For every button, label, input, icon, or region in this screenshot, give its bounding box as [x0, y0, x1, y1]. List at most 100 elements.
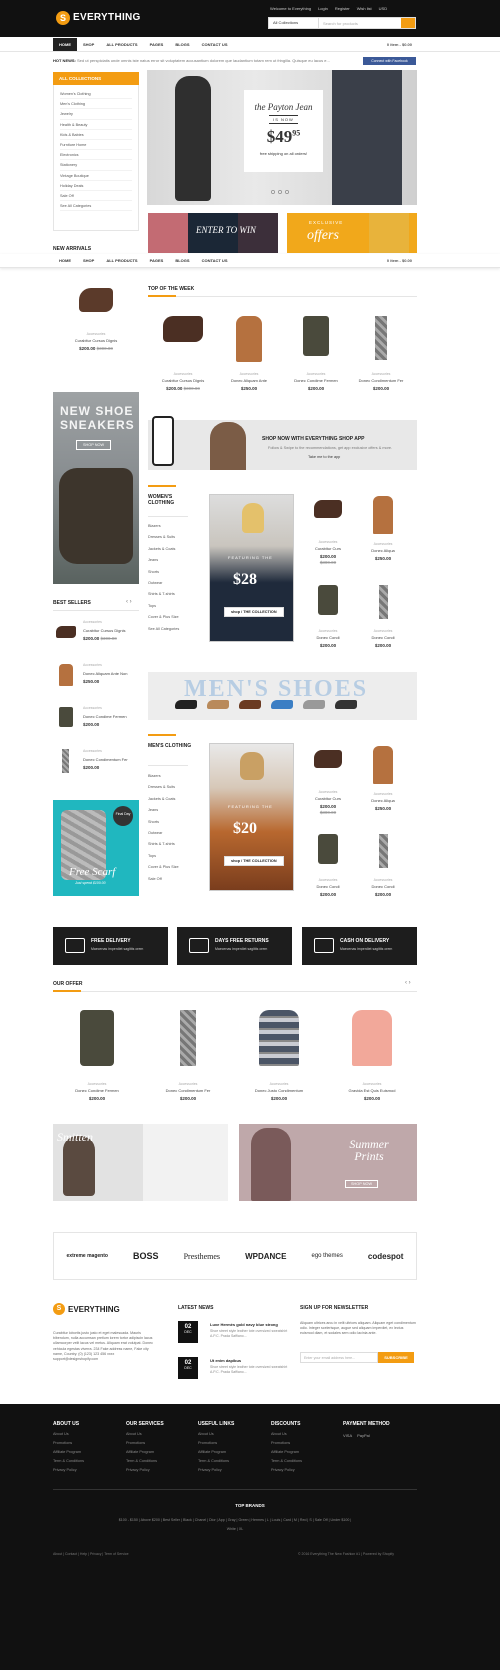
product-card[interactable]: Accessories Curabitur Cursus Dignis $200…: [66, 288, 126, 351]
product-card[interactable]: Accessories Donec Condi $200.00: [298, 585, 358, 648]
product-image[interactable]: [375, 316, 387, 360]
product-name[interactable]: Donec Condime Fermen: [67, 1088, 127, 1093]
product-name[interactable]: Donec Condi: [353, 635, 413, 640]
product-name[interactable]: Donec Condimentum Fer: [351, 378, 411, 383]
nav-all-products[interactable]: ALL PRODUCTS: [100, 254, 143, 267]
app-cta-link[interactable]: Take me to the app: [308, 455, 340, 459]
product-image[interactable]: [80, 1010, 114, 1066]
product-name[interactable]: Donec Condi: [298, 635, 358, 640]
search-input[interactable]: Search for products: [319, 21, 401, 26]
footer-logo-text[interactable]: EVERYTHING: [68, 1305, 120, 1314]
sidebar-item-stationery[interactable]: Stationery: [60, 160, 132, 171]
newsletter-email-input[interactable]: Enter your email address here...: [300, 1352, 378, 1363]
product-card[interactable]: Accessories Donec Condime Fermen $200.00: [67, 1010, 127, 1101]
nav-pages[interactable]: PAGES: [144, 38, 170, 51]
nav-contact[interactable]: CONTACT US: [196, 38, 234, 51]
category-link[interactable]: Jackets & Coats: [148, 544, 198, 555]
slider-dot[interactable]: [278, 190, 282, 194]
chevron-left-icon[interactable]: ‹: [405, 980, 407, 986]
sidebar-item-holiday[interactable]: Holiday Deals: [60, 181, 132, 191]
product-card[interactable]: Accessories Donec Condi $200.00: [298, 834, 358, 897]
footer-link[interactable]: About Us: [271, 1432, 302, 1436]
category-link[interactable]: Dresses & Suits: [148, 532, 198, 543]
footer-link[interactable]: Promotions: [198, 1441, 234, 1445]
product-name[interactable]: Donec Justo Condimentum: [249, 1088, 309, 1093]
logo-icon[interactable]: S: [56, 11, 70, 25]
product-name[interactable]: Donec Condimentum Fer: [158, 1088, 218, 1093]
product-name[interactable]: Curabitur Curs: [298, 796, 358, 801]
category-link[interactable]: Shirts & T-shirts: [148, 589, 198, 600]
footer-link[interactable]: Affiliate Program: [126, 1450, 164, 1454]
shop-collection-button[interactable]: shop / THE COLLECTION: [224, 607, 284, 617]
login-link[interactable]: Login: [318, 6, 328, 11]
product-name[interactable]: Donec Aliquam Ante Non: [83, 671, 127, 676]
slider-dot[interactable]: [285, 190, 289, 194]
product-image[interactable]: [163, 316, 203, 342]
category-link[interactable]: Tops: [148, 601, 198, 612]
product-name[interactable]: Donec Aliquam Ante: [219, 378, 279, 383]
news-title[interactable]: Ut enim dapibus: [210, 1358, 241, 1363]
chevron-left-icon[interactable]: ‹: [126, 599, 128, 605]
chevron-right-icon[interactable]: ›: [409, 980, 411, 986]
nav-contact[interactable]: CONTACT US: [196, 254, 234, 267]
category-link[interactable]: Outwear: [148, 828, 198, 839]
product-card[interactable]: Accessories Gravida Est Quis Euismod $20…: [342, 1010, 402, 1101]
footer-link[interactable]: About Us: [53, 1432, 84, 1436]
sidebar-item-all[interactable]: See All Categories: [60, 201, 132, 212]
product-image[interactable]: [303, 316, 329, 356]
sneakers-banner[interactable]: NEW SHOE SNEAKERS SHOP NOW: [53, 392, 139, 584]
sidebar-item-jewelry[interactable]: Jewelry: [60, 109, 132, 120]
product-card[interactable]: Accessories Curabitur Curs $200.00 $300.…: [298, 750, 358, 815]
product-name[interactable]: Curabitur Cursus Dignis: [153, 378, 213, 383]
nav-all-products[interactable]: ALL PRODUCTS: [100, 38, 143, 51]
product-image[interactable]: [59, 664, 73, 686]
sidebar-item-furniture[interactable]: Furniture Home: [60, 140, 132, 151]
product-image[interactable]: [318, 585, 338, 615]
list-item[interactable]: Accessories Donec Condime Fermen $200.00: [53, 704, 139, 747]
footer-link[interactable]: Affiliate Program: [198, 1450, 234, 1454]
brand-logo[interactable]: Presthemes: [184, 1252, 220, 1261]
product-name[interactable]: Donec Aliqua: [353, 798, 413, 803]
nav-blogs[interactable]: BLOGS: [169, 254, 195, 267]
product-card[interactable]: Accessories Donec Aliquam Ante $250.00: [219, 316, 279, 391]
product-image[interactable]: [352, 1010, 392, 1066]
footer-link[interactable]: Term & Conditions: [271, 1459, 302, 1463]
category-link[interactable]: Blazers: [148, 521, 198, 532]
category-link[interactable]: Cover & Plus Size: [148, 862, 198, 873]
product-card[interactable]: Accessories Donec Condime Fermen $200.00: [286, 316, 346, 391]
news-item[interactable]: 02 DEC Ut enim dapibus Shoe street style…: [178, 1357, 287, 1393]
product-image[interactable]: [378, 834, 388, 868]
category-link[interactable]: Shorts: [148, 567, 198, 578]
product-card[interactable]: Accessories Donec Condi $200.00: [353, 585, 413, 648]
footer-link[interactable]: Affiliate Program: [53, 1450, 84, 1454]
category-link[interactable]: Jeans: [148, 805, 198, 816]
product-card[interactable]: Accessories Donec Aliqua $250.00: [353, 746, 413, 811]
facebook-connect-button[interactable]: Connect with Facebook: [363, 57, 416, 65]
nav-shop[interactable]: SHOP: [77, 254, 100, 267]
product-image[interactable]: [62, 749, 69, 773]
subscribe-button[interactable]: SUBSCRIBE: [378, 1352, 414, 1363]
nav-home[interactable]: HOME: [53, 254, 77, 267]
product-name[interactable]: Curabitur Cursus Dignis: [66, 338, 126, 343]
footer-link[interactable]: Term & Conditions: [198, 1459, 234, 1463]
sneakers-shop-now-button[interactable]: SHOP NOW: [76, 440, 112, 450]
nav-pages[interactable]: PAGES: [144, 254, 170, 267]
footer-link[interactable]: Privacy Policy: [126, 1468, 164, 1472]
product-card[interactable]: Accessories Donec Condimentum Fer $200.0…: [158, 1010, 218, 1101]
product-image[interactable]: [378, 585, 388, 619]
category-link[interactable]: Cover & Plus Size: [148, 612, 198, 623]
sidebar-item-electronics[interactable]: Electronics: [60, 150, 132, 161]
register-link[interactable]: Register: [335, 6, 350, 11]
product-card[interactable]: Accessories Curabitur Curs $200.00 $300.…: [298, 500, 358, 565]
brand-logo[interactable]: ego themes: [311, 1253, 342, 1259]
chevron-right-icon[interactable]: ›: [130, 599, 132, 605]
slider-dot[interactable]: [271, 190, 275, 194]
brand-logo[interactable]: codespot: [368, 1252, 404, 1261]
footer-link[interactable]: Promotions: [53, 1441, 84, 1445]
category-link[interactable]: Jeans: [148, 555, 198, 566]
category-link[interactable]: Dresses & Suits: [148, 782, 198, 793]
product-image[interactable]: [180, 1010, 196, 1066]
product-card[interactable]: Accessories Curabitur Cursus Dignis $200…: [153, 316, 213, 391]
smitten-banner[interactable]: Smitten: [53, 1124, 228, 1201]
free-scarf-banner[interactable]: Final Day Free Scarf Just spend $100.00: [53, 800, 139, 896]
